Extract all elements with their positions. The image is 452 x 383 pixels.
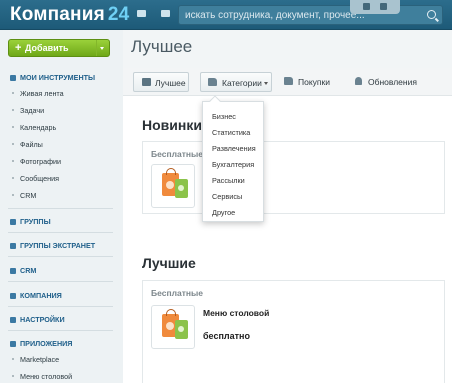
tab-categories[interactable]: Категории bbox=[200, 72, 272, 92]
sidebar-section-company[interactable]: КОМПАНИЯ bbox=[10, 291, 62, 300]
app-tile[interactable] bbox=[151, 164, 195, 208]
divider bbox=[8, 306, 113, 307]
tab-bar: Лучшее Категории Покупки Обновления bbox=[123, 68, 452, 96]
logo-text: Компания bbox=[10, 4, 105, 25]
divider bbox=[8, 232, 113, 233]
bell-icon bbox=[355, 77, 362, 85]
section-title-new: Новинки bbox=[142, 117, 202, 133]
sidebar-section-settings[interactable]: НАСТРОЙКИ bbox=[10, 315, 65, 324]
folder-icon bbox=[284, 77, 293, 85]
crm-icon bbox=[10, 268, 16, 274]
sidebar-section-label: КОМПАНИЯ bbox=[20, 291, 62, 300]
sidebar-section-extranet-groups[interactable]: ГРУППЫ ЭКСТРАНЕТ bbox=[10, 241, 95, 250]
plus-icon: + bbox=[15, 42, 22, 54]
tab-updates[interactable]: Обновления bbox=[354, 72, 420, 92]
dropdown-item-statistics[interactable]: Статистика bbox=[212, 128, 250, 137]
categories-dropdown: Бизнес Статистика Развлечения Бухгалтери… bbox=[202, 95, 264, 222]
card-heading: Бесплатные bbox=[151, 149, 203, 159]
sidebar-item-photos[interactable]: Фотографии bbox=[11, 157, 61, 166]
sidebar-section-my-tools[interactable]: МОИ ИНСТРУМЕНТЫ bbox=[10, 73, 95, 82]
alert-icon[interactable] bbox=[380, 3, 387, 10]
search-icon[interactable] bbox=[427, 10, 436, 19]
sidebar-section-groups[interactable]: ГРУППЫ bbox=[10, 217, 51, 226]
main-content: Лучшее Лучшее Категории Покупки Обновлен… bbox=[123, 30, 452, 383]
sidebar-section-label: МОИ ИНСТРУМЕНТЫ bbox=[20, 73, 96, 82]
notification-tab bbox=[350, 0, 400, 14]
page-title: Лучшее bbox=[131, 37, 193, 56]
folder-icon bbox=[208, 78, 217, 86]
section-title-best: Лучшие bbox=[142, 255, 196, 271]
logo[interactable]: Компания 24 bbox=[10, 4, 129, 26]
logo-number: 24 bbox=[107, 4, 130, 25]
sidebar: + Добавить МОИ ИНСТРУМЕНТЫ Живая лента З… bbox=[0, 30, 123, 383]
sidebar-section-apps[interactable]: ПРИЛОЖЕНИЯ bbox=[10, 339, 72, 348]
apps-icon bbox=[10, 341, 16, 347]
add-button-label: Добавить bbox=[25, 43, 69, 53]
sidebar-section-label: ГРУППЫ ЭКСТРАНЕТ bbox=[20, 241, 96, 250]
bookmark-icon bbox=[10, 75, 16, 81]
chevron-down-icon[interactable] bbox=[96, 40, 106, 56]
sidebar-item-crm-tool[interactable]: CRM bbox=[11, 191, 36, 200]
card-icon[interactable] bbox=[161, 10, 170, 17]
groups-icon bbox=[10, 219, 16, 225]
sidebar-item-calendar[interactable]: Календарь bbox=[11, 123, 56, 132]
add-button[interactable]: + Добавить bbox=[8, 39, 110, 57]
app-card-best: Бесплатные Меню столовой бесплатно bbox=[142, 280, 445, 383]
divider bbox=[8, 330, 113, 331]
divider bbox=[8, 256, 113, 257]
sidebar-item-live-feed[interactable]: Живая лента bbox=[12, 89, 64, 98]
tab-label: Покупки bbox=[298, 77, 330, 87]
dropdown-item-mailings[interactable]: Рассылки bbox=[212, 176, 245, 185]
dropdown-item-business[interactable]: Бизнес bbox=[212, 112, 236, 121]
divider bbox=[8, 281, 113, 282]
search-box bbox=[178, 5, 443, 25]
sidebar-section-label: ГРУППЫ bbox=[20, 217, 51, 226]
sidebar-section-label: НАСТРОЙКИ bbox=[20, 315, 65, 324]
dropdown-item-entertainment[interactable]: Развлечения bbox=[212, 144, 256, 153]
card-heading: Бесплатные bbox=[151, 288, 203, 298]
sidebar-section-label: CRM bbox=[20, 266, 37, 275]
dropdown-item-other[interactable]: Другое bbox=[212, 208, 235, 217]
tab-label: Обновления bbox=[368, 77, 417, 87]
sidebar-section-crm[interactable]: CRM bbox=[10, 266, 36, 275]
divider bbox=[8, 208, 113, 209]
tab-label: Категории bbox=[222, 78, 262, 88]
top-bar: Компания 24 bbox=[0, 0, 452, 30]
sidebar-item-messages[interactable]: Сообщения bbox=[11, 174, 59, 183]
app-name[interactable]: Меню столовой bbox=[203, 308, 269, 318]
shopping-bag-icon bbox=[175, 179, 188, 198]
gear-icon bbox=[10, 317, 16, 323]
dropdown-item-services[interactable]: Сервисы bbox=[212, 192, 242, 201]
app-card-new: Бесплатные ... ... bbox=[142, 141, 445, 214]
cloud-icon bbox=[10, 243, 16, 249]
chat-icon[interactable] bbox=[363, 3, 370, 10]
sidebar-item-marketplace[interactable]: Marketplace bbox=[11, 355, 59, 364]
store-icon bbox=[142, 78, 151, 86]
dropdown-item-accounting[interactable]: Бухгалтерия bbox=[212, 160, 254, 169]
home-icon bbox=[10, 293, 16, 299]
chevron-down-icon bbox=[264, 82, 268, 85]
sidebar-item-tasks[interactable]: Задачи bbox=[11, 106, 44, 115]
sidebar-item-files[interactable]: Файлы bbox=[12, 140, 43, 149]
shopping-bag-icon bbox=[175, 320, 188, 339]
tab-purchases[interactable]: Покупки bbox=[283, 72, 338, 92]
app-price: бесплатно bbox=[203, 331, 250, 341]
sidebar-section-label: ПРИЛОЖЕНИЯ bbox=[20, 339, 73, 348]
monitor-icon[interactable] bbox=[137, 10, 146, 17]
tab-best[interactable]: Лучшее bbox=[133, 72, 189, 92]
app-tile[interactable] bbox=[151, 305, 195, 349]
market-panel: Лучшее Категории Покупки Обновления Нови… bbox=[123, 68, 452, 383]
sidebar-item-canteen-menu[interactable]: Меню столовой bbox=[11, 372, 72, 381]
tab-label: Лучшее bbox=[155, 78, 186, 88]
